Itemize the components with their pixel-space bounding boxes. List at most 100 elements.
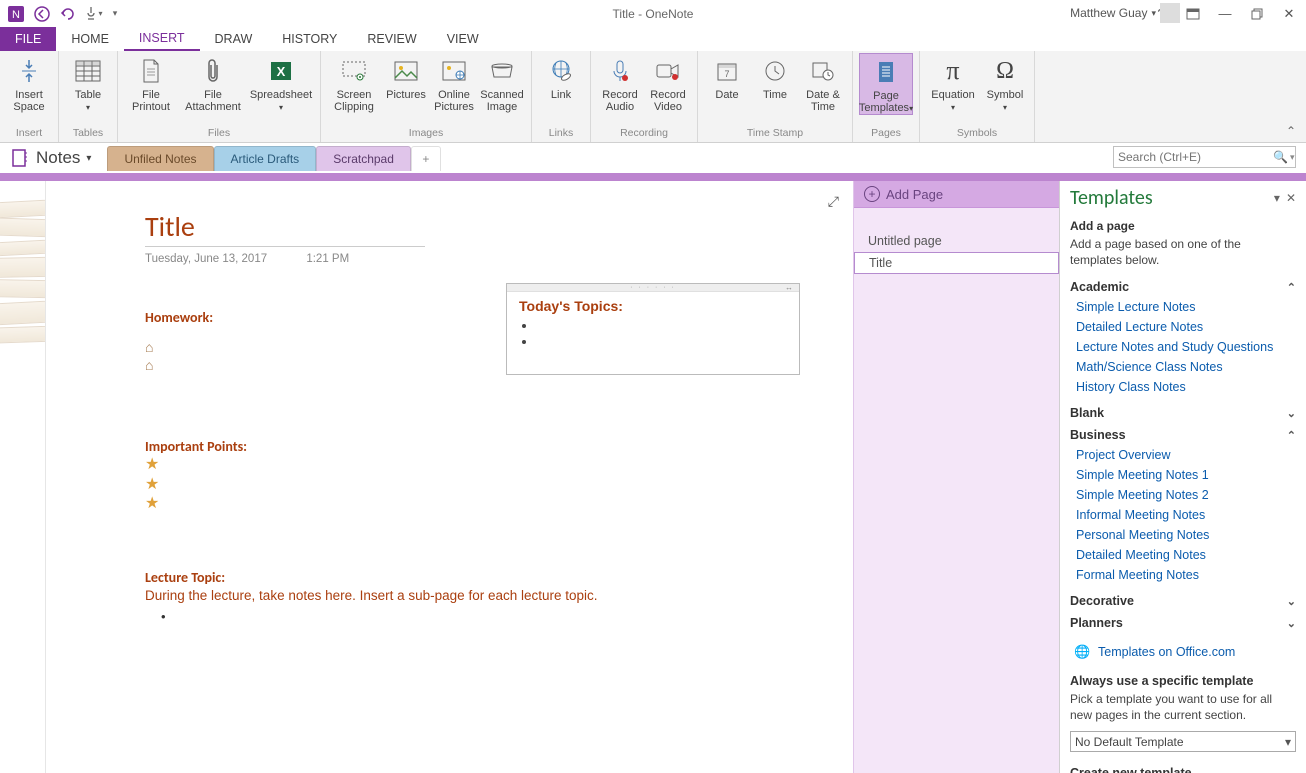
qat-customize-icon[interactable]: ▾ <box>108 2 122 26</box>
page-title[interactable]: Title <box>145 209 633 244</box>
back-icon[interactable] <box>30 2 54 26</box>
template-link[interactable]: Detailed Lecture Notes <box>1076 320 1296 334</box>
template-link[interactable]: Informal Meeting Notes <box>1076 508 1296 522</box>
page-list-item-untitled[interactable]: Untitled page <box>854 230 1059 252</box>
todays-topics-container[interactable]: · · · · · ·↔ Today's Topics: <box>506 283 800 375</box>
template-category-blank[interactable]: Blank ⌄ <box>1070 406 1296 420</box>
template-link[interactable]: Simple Meeting Notes 1 <box>1076 468 1296 482</box>
ribbon-display-options-icon[interactable] <box>1180 3 1206 25</box>
section-tab-unfiled[interactable]: Unfiled Notes <box>107 146 213 171</box>
excel-icon: X <box>265 55 297 87</box>
section-tab-scratchpad[interactable]: Scratchpad <box>316 146 411 171</box>
template-category-decorative[interactable]: Decorative ⌄ <box>1070 594 1296 608</box>
restore-icon[interactable] <box>1244 3 1270 25</box>
page-background-decoration <box>0 181 46 773</box>
container-grip[interactable]: · · · · · ·↔ <box>507 284 799 292</box>
page-content: Title Tuesday, June 13, 2017 1:21 PM Hom… <box>145 209 633 624</box>
template-link[interactable]: Formal Meeting Notes <box>1076 568 1296 582</box>
table-button[interactable]: Table▾ <box>65 53 111 113</box>
group-pages: Pages <box>859 127 913 142</box>
template-link[interactable]: Math/Science Class Notes <box>1076 360 1296 374</box>
lecture-bullet[interactable]: • <box>161 609 633 624</box>
minimize-icon[interactable]: — <box>1212 3 1238 25</box>
tab-history[interactable]: HISTORY <box>267 27 352 51</box>
section-tab-drafts[interactable]: Article Drafts <box>214 146 317 171</box>
insert-space-button[interactable]: InsertSpace <box>6 53 52 113</box>
tab-home[interactable]: HOME <box>56 27 124 51</box>
tab-view[interactable]: VIEW <box>432 27 494 51</box>
time-button[interactable]: Time <box>752 53 798 101</box>
templates-office-link[interactable]: 🌐 Templates on Office.com <box>1074 644 1296 660</box>
file-attachment-button[interactable]: FileAttachment <box>180 53 246 113</box>
main-area: ⤢ Title Tuesday, June 13, 2017 1:21 PM H… <box>0 181 1306 773</box>
file-printout-button[interactable]: FilePrintout <box>124 53 178 113</box>
screen-clipping-button[interactable]: ScreenClipping <box>327 53 381 113</box>
todays-topics-heading[interactable]: Today's Topics: <box>519 298 787 314</box>
note-canvas[interactable]: ⤢ Title Tuesday, June 13, 2017 1:21 PM H… <box>0 181 853 773</box>
pictures-button[interactable]: Pictures <box>383 53 429 101</box>
star-tag-icon[interactable]: ★ <box>145 475 633 494</box>
link-button[interactable]: Link <box>538 53 584 101</box>
online-pictures-button[interactable]: OnlinePictures <box>431 53 477 113</box>
svg-text:7: 7 <box>724 69 729 79</box>
page-list-item-title[interactable]: Title <box>854 252 1059 274</box>
date-button[interactable]: 7 Date <box>704 53 750 101</box>
notebook-picker[interactable]: Notes ▾ <box>0 148 101 168</box>
add-page-subheading: Add a page <box>1070 219 1296 233</box>
template-link[interactable]: Simple Lecture Notes <box>1076 300 1296 314</box>
equation-button[interactable]: π Equation▾ <box>926 53 980 113</box>
group-links: Links <box>538 127 584 142</box>
template-link[interactable]: Personal Meeting Notes <box>1076 528 1296 542</box>
record-video-button[interactable]: RecordVideo <box>645 53 691 113</box>
date-time-button[interactable]: Date &Time <box>800 53 846 113</box>
template-link[interactable]: Detailed Meeting Notes <box>1076 548 1296 562</box>
tab-draw[interactable]: DRAW <box>200 27 268 51</box>
pane-options-icon[interactable]: ▾ <box>1274 191 1280 205</box>
star-tag-icon[interactable]: ★ <box>145 455 633 474</box>
template-category-business[interactable]: Business ⌃ <box>1070 428 1296 442</box>
onenote-logo-icon[interactable]: N <box>4 2 28 26</box>
add-section-button[interactable]: + <box>411 146 441 171</box>
tab-review[interactable]: REVIEW <box>352 27 431 51</box>
add-page-button[interactable]: + Add Page <box>854 181 1059 208</box>
topic-bullet[interactable] <box>537 334 787 350</box>
template-category-planners[interactable]: Planners ⌄ <box>1070 616 1296 630</box>
tab-file[interactable]: FILE <box>0 27 56 51</box>
search-input[interactable] <box>1118 150 1273 164</box>
page-list-pane: + Add Page Untitled page Title <box>853 181 1059 773</box>
add-page-note: Add a page based on one of the templates… <box>1070 237 1296 268</box>
pane-close-icon[interactable]: ✕ <box>1286 191 1296 205</box>
user-name: Matthew Guay <box>1070 6 1147 20</box>
symbol-button[interactable]: Ω Symbol▾ <box>982 53 1028 113</box>
section-tab-row: Notes ▾ Unfiled Notes Article Drafts Scr… <box>0 143 1306 173</box>
search-scope-dropdown[interactable]: ▾ <box>1290 152 1295 163</box>
group-timestamp: Time Stamp <box>704 127 846 142</box>
important-heading[interactable]: Important Points: <box>145 438 633 455</box>
search-icon[interactable]: 🔍 <box>1273 150 1288 164</box>
template-category-academic[interactable]: Academic ⌃ <box>1070 280 1296 294</box>
star-tag-icon[interactable]: ★ <box>145 494 633 513</box>
lecture-description[interactable]: During the lecture, take notes here. Ins… <box>145 588 633 603</box>
close-icon[interactable]: ✕ <box>1276 3 1302 25</box>
template-link[interactable]: History Class Notes <box>1076 380 1296 394</box>
undo-icon[interactable] <box>56 2 80 26</box>
page-time: 1:21 PM <box>306 253 349 265</box>
ribbon-collapse-icon[interactable]: ⌃ <box>1286 124 1296 138</box>
touch-mode-icon[interactable]: ▾ <box>82 2 106 26</box>
topic-bullet[interactable] <box>537 318 787 334</box>
default-template-dropdown[interactable]: No Default Template <box>1070 731 1296 752</box>
template-link[interactable]: Simple Meeting Notes 2 <box>1076 488 1296 502</box>
group-recording: Recording <box>597 127 691 142</box>
fullscreen-icon[interactable]: ⤢ <box>828 193 839 210</box>
record-audio-button[interactable]: RecordAudio <box>597 53 643 113</box>
insert-space-icon <box>13 55 45 87</box>
page-templates-button[interactable]: PageTemplates▾ <box>859 53 913 115</box>
template-link[interactable]: Lecture Notes and Study Questions <box>1076 340 1296 354</box>
template-link[interactable]: Project Overview <box>1076 448 1296 462</box>
scanned-image-button[interactable]: ScannedImage <box>479 53 525 113</box>
lecture-heading[interactable]: Lecture Topic: <box>145 569 633 586</box>
search-box[interactable]: 🔍 ▾ <box>1113 146 1296 168</box>
spreadsheet-button[interactable]: X Spreadsheet▾ <box>248 53 314 113</box>
user-account[interactable]: Matthew Guay ▾ <box>1070 3 1180 23</box>
tab-insert[interactable]: INSERT <box>124 27 200 51</box>
